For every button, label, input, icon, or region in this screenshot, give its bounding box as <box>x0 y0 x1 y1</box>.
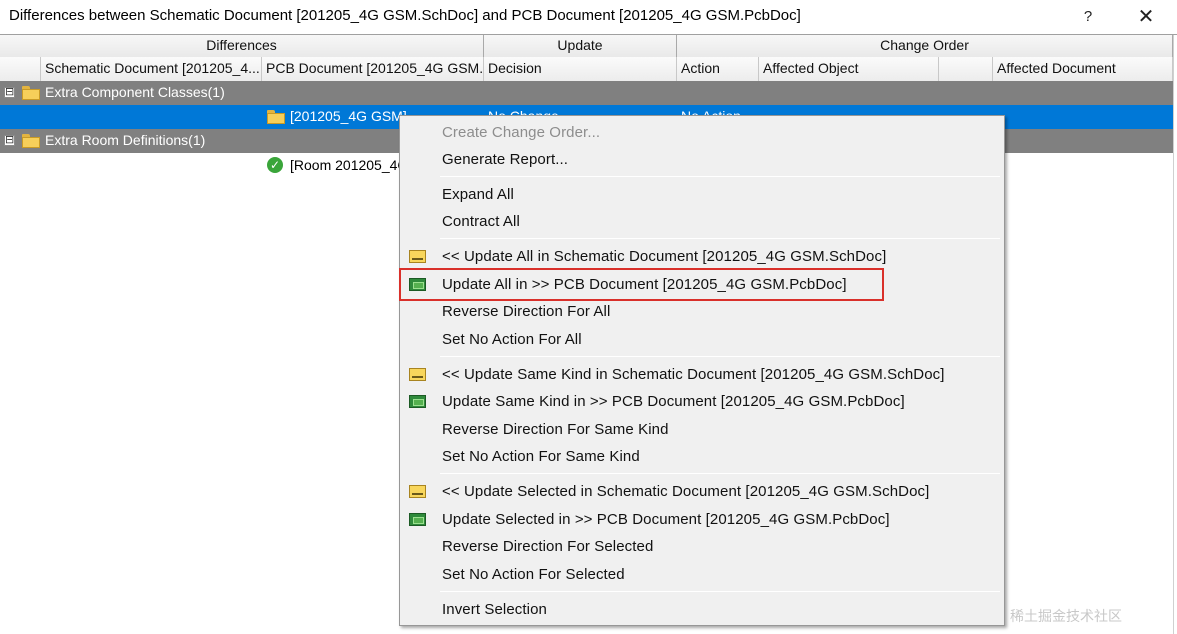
menu-item-reverse-direction-all[interactable]: Reverse Direction For All <box>400 298 1004 325</box>
menu-item-update-same-kind-pcb[interactable]: Update Same Kind in >> PCB Document [201… <box>400 388 1004 415</box>
context-menu: Create Change Order... Generate Report..… <box>399 115 1005 626</box>
menu-item-update-same-kind-schematic[interactable]: << Update Same Kind in Schematic Documen… <box>400 361 1004 388</box>
group-header-change-order[interactable]: Change Order <box>677 35 1173 57</box>
column-header-pcb-document[interactable]: PCB Document [201205_4G GSM... <box>262 57 484 81</box>
window-title: Differences between Schematic Document [… <box>9 7 801 24</box>
menu-item-update-all-schematic[interactable]: << Update All in Schematic Document [201… <box>400 243 1004 270</box>
menu-item-set-no-action-selected[interactable]: Set No Action For Selected <box>400 561 1004 588</box>
menu-separator <box>440 176 1000 177</box>
menu-item-set-no-action-all[interactable]: Set No Action For All <box>400 326 1004 353</box>
menu-item-create-change-order: Create Change Order... <box>442 124 601 141</box>
group-label: Extra Room Definitions(1) <box>45 132 206 148</box>
column-header-spacer <box>0 57 41 81</box>
row-object-label: [Room 201205_4G <box>290 157 409 173</box>
column-header-action[interactable]: Action <box>677 57 759 81</box>
menu-item-reverse-direction-same-kind[interactable]: Reverse Direction For Same Kind <box>400 416 1004 443</box>
group-header-differences[interactable]: Differences <box>0 35 484 57</box>
group-header-update[interactable]: Update <box>484 35 677 57</box>
grid-right-border <box>1173 35 1174 634</box>
annotation-highlight-box <box>399 268 884 301</box>
title-bar: Differences between Schematic Document [… <box>0 0 1177 32</box>
menu-item-expand-all[interactable]: Expand All <box>400 181 1004 208</box>
menu-separator <box>440 356 1000 357</box>
column-header-schematic-document[interactable]: Schematic Document [201205_4... <box>41 57 262 81</box>
collapse-toggle[interactable]: ⊟ <box>4 135 15 146</box>
group-label: Extra Component Classes(1) <box>45 84 225 100</box>
close-button[interactable]: ✕ <box>1124 2 1168 30</box>
row-object-label: [201205_4G GSM] <box>290 108 407 124</box>
column-header-affected-object[interactable]: Affected Object <box>759 57 939 81</box>
menu-item-update-selected-schematic[interactable]: << Update Selected in Schematic Document… <box>400 478 1004 505</box>
column-header-row: Schematic Document [201205_4... PCB Docu… <box>0 57 1173 81</box>
schematic-doc-icon <box>409 250 426 263</box>
folder-icon <box>267 110 285 124</box>
help-button[interactable]: ? <box>1070 2 1106 30</box>
folder-icon <box>22 134 40 148</box>
watermark: 稀土掘金技术社区 <box>1010 608 1122 624</box>
menu-separator <box>440 591 1000 592</box>
menu-separator <box>440 238 1000 239</box>
menu-item-invert-selection[interactable]: Invert Selection <box>400 596 1004 623</box>
column-header-direction[interactable] <box>939 57 993 81</box>
folder-icon <box>22 86 40 100</box>
group-row-extra-component-classes[interactable]: ⊟ Extra Component Classes(1) <box>0 81 1173 105</box>
check-icon: ✓ <box>267 157 283 173</box>
menu-item-contract-all[interactable]: Contract All <box>400 208 1004 235</box>
menu-item-generate-report[interactable]: Generate Report... <box>400 146 1004 173</box>
pcb-doc-icon <box>409 395 426 408</box>
group-header-row: Differences Update Change Order <box>0 35 1173 57</box>
schematic-doc-icon <box>409 485 426 498</box>
menu-item-set-no-action-same-kind[interactable]: Set No Action For Same Kind <box>400 443 1004 470</box>
column-header-decision[interactable]: Decision <box>484 57 677 81</box>
schematic-doc-icon <box>409 368 426 381</box>
column-header-affected-document[interactable]: Affected Document <box>993 57 1173 81</box>
menu-separator <box>440 473 1000 474</box>
collapse-toggle[interactable]: ⊟ <box>4 87 15 98</box>
pcb-doc-icon <box>409 513 426 526</box>
menu-item-reverse-direction-selected[interactable]: Reverse Direction For Selected <box>400 533 1004 560</box>
menu-item-update-selected-pcb[interactable]: Update Selected in >> PCB Document [2012… <box>400 506 1004 533</box>
